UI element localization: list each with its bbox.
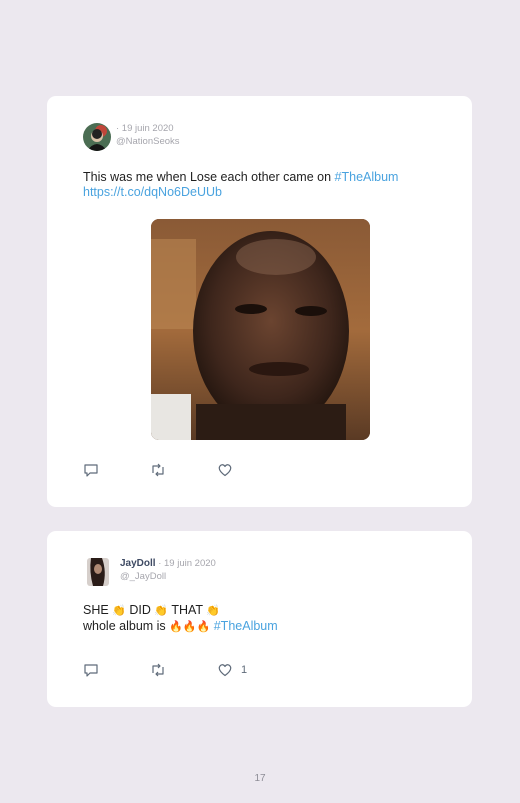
tweet-text: SHE 👏 DID 👏 THAT 👏 whole album is 🔥🔥🔥 #T… [83,603,442,635]
avatar[interactable] [87,558,109,586]
reply-icon [84,464,98,477]
tweet-actions [83,463,284,477]
tweet-text-body: SHE [83,603,113,617]
tweet-text-body: DID [125,603,155,617]
like-count: 1 [241,664,248,676]
hashtag-link[interactable]: #TheAlbum [214,619,278,633]
url-link[interactable]: https://t.co/dqNo6DeUUb [83,185,222,199]
tweet-handle[interactable]: @NationSeoks [116,136,180,148]
tweet-card: · 19 juin 2020 @NationSeoks This was me … [47,96,472,507]
tweet-text-body: whole album is [83,619,170,633]
reply-button[interactable] [83,463,150,477]
like-button[interactable] [217,463,284,477]
hashtag-link[interactable]: #TheAlbum [335,170,399,184]
tweet-date: · 19 juin 2020 [116,123,174,134]
tweet-date: · 19 juin 2020 [155,558,216,569]
tweet-text-body: THAT [168,603,207,617]
tweet-header: · 19 juin 2020 @NationSeoks [83,123,180,151]
reply-button[interactable] [83,663,150,677]
tweet-media-image[interactable] [151,219,370,440]
like-icon [218,664,232,677]
clap-emoji: 👏 [154,605,169,617]
tweet-card: JayDoll · 19 juin 2020 @_JayDoll SHE 👏 D… [47,531,472,707]
retweet-icon [152,663,164,677]
tweet-handle[interactable]: @_JayDoll [120,571,216,583]
tweet-text: This was me when Lose each other came on… [83,170,442,200]
reply-icon [84,664,98,677]
tweet-header: JayDoll · 19 juin 2020 @_JayDoll [83,558,216,586]
clap-emoji: 👏 [112,605,126,617]
tweet-author-name[interactable]: JayDoll [120,558,156,569]
fire-emoji: 🔥🔥🔥 [169,621,211,633]
clap-emoji: 👏 [206,605,220,617]
tweet-text-body: This was me when Lose each other came on [83,170,335,184]
page-number: 17 [254,773,266,784]
like-button[interactable]: 1 [217,663,284,677]
like-icon [218,464,232,477]
retweet-icon [152,463,164,477]
tweet-actions: 1 [83,663,284,677]
retweet-button[interactable] [150,663,217,677]
avatar[interactable] [83,123,111,151]
retweet-button[interactable] [150,463,217,477]
